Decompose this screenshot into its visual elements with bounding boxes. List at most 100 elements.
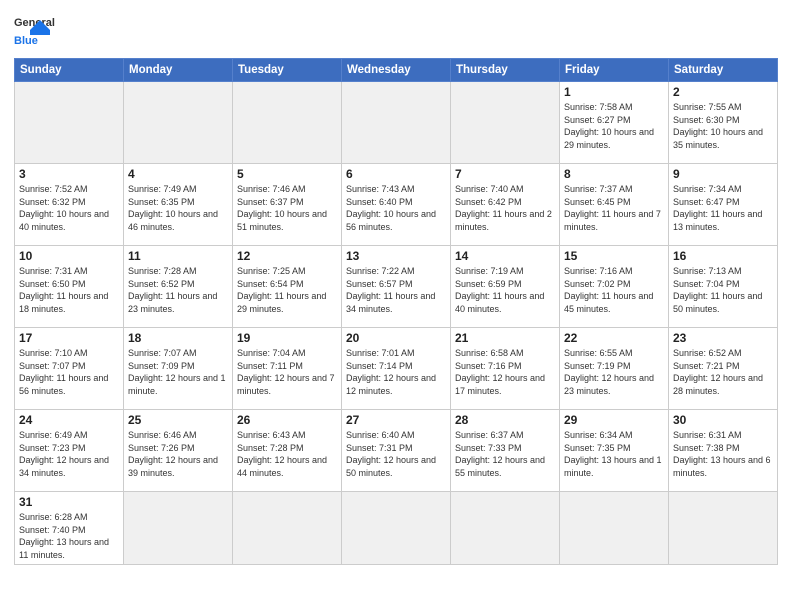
day-number: 7 [455, 167, 555, 181]
day-info: Sunrise: 6:34 AM Sunset: 7:35 PM Dayligh… [564, 429, 664, 479]
calendar-cell: 10 Sunrise: 7:31 AM Sunset: 6:50 PM Dayli… [15, 246, 124, 328]
day-info: Sunrise: 7:28 AM Sunset: 6:52 PM Dayligh… [128, 265, 228, 315]
day-info: Sunrise: 7:25 AM Sunset: 6:54 PM Dayligh… [237, 265, 337, 315]
day-number: 17 [19, 331, 119, 345]
calendar-cell: 25Sunrise: 6:46 AM Sunset: 7:26 PM Dayli… [124, 410, 233, 492]
calendar-cell: 20Sunrise: 7:01 AM Sunset: 7:14 PM Dayli… [342, 328, 451, 410]
day-info: Sunrise: 6:28 AM Sunset: 7:40 PM Dayligh… [19, 511, 119, 561]
calendar-cell: 17Sunrise: 7:10 AM Sunset: 7:07 PM Dayli… [15, 328, 124, 410]
logo: General Blue [14, 10, 64, 52]
calendar-week-6: 31Sunrise: 6:28 AM Sunset: 7:40 PM Dayli… [15, 492, 778, 565]
day-info: Sunrise: 7:04 AM Sunset: 7:11 PM Dayligh… [237, 347, 337, 397]
calendar-cell: 19 Sunrise: 7:04 AM Sunset: 7:11 PM Dayli… [233, 328, 342, 410]
day-number: 26 [237, 413, 337, 427]
day-number: 19 [237, 331, 337, 345]
calendar-cell: 12 Sunrise: 7:25 AM Sunset: 6:54 PM Dayli… [233, 246, 342, 328]
calendar-cell: 23 Sunrise: 6:52 AM Sunset: 7:21 PM Dayli… [669, 328, 778, 410]
day-info: Sunrise: 7:58 AM Sunset: 6:27 PM Dayligh… [564, 101, 664, 151]
day-number: 21 [455, 331, 555, 345]
calendar-cell: 3 Sunrise: 7:52 AM Sunset: 6:32 PM Daylig… [15, 164, 124, 246]
day-number: 13 [346, 249, 446, 263]
calendar-cell: 29 Sunrise: 6:34 AM Sunset: 7:35 PM Dayli… [560, 410, 669, 492]
calendar-cell: 27 Sunrise: 6:40 AM Sunset: 7:31 PM Dayli… [342, 410, 451, 492]
day-info: Sunrise: 6:31 AM Sunset: 7:38 PM Dayligh… [673, 429, 773, 479]
calendar-cell: 14Sunrise: 7:19 AM Sunset: 6:59 PM Dayli… [451, 246, 560, 328]
calendar-cell [451, 492, 560, 565]
day-number: 9 [673, 167, 773, 181]
day-info: Sunrise: 6:37 AM Sunset: 7:33 PM Dayligh… [455, 429, 555, 479]
day-info: Sunrise: 7:07 AM Sunset: 7:09 PM Dayligh… [128, 347, 228, 397]
calendar-cell: 5Sunrise: 7:46 AM Sunset: 6:37 PM Daylig… [233, 164, 342, 246]
day-number: 22 [564, 331, 664, 345]
day-info: Sunrise: 7:34 AM Sunset: 6:47 PM Dayligh… [673, 183, 773, 233]
calendar-week-5: 24Sunrise: 6:49 AM Sunset: 7:23 PM Dayli… [15, 410, 778, 492]
calendar-cell [560, 492, 669, 565]
day-number: 25 [128, 413, 228, 427]
day-number: 29 [564, 413, 664, 427]
calendar-cell [15, 82, 124, 164]
calendar-cell: 2 Sunrise: 7:55 AM Sunset: 6:30 PM Daylig… [669, 82, 778, 164]
calendar-cell [124, 82, 233, 164]
weekday-header-sunday: Sunday [15, 59, 124, 82]
day-number: 28 [455, 413, 555, 427]
weekday-header-row: SundayMondayTuesdayWednesdayThursdayFrid… [15, 59, 778, 82]
calendar-cell: 18 Sunrise: 7:07 AM Sunset: 7:09 PM Dayli… [124, 328, 233, 410]
day-number: 23 [673, 331, 773, 345]
day-number: 15 [564, 249, 664, 263]
day-number: 27 [346, 413, 446, 427]
day-info: Sunrise: 7:16 AM Sunset: 7:02 PM Dayligh… [564, 265, 664, 315]
calendar-cell [342, 492, 451, 565]
day-number: 3 [19, 167, 119, 181]
day-number: 11 [128, 249, 228, 263]
calendar-week-2: 3 Sunrise: 7:52 AM Sunset: 6:32 PM Daylig… [15, 164, 778, 246]
day-info: Sunrise: 7:55 AM Sunset: 6:30 PM Dayligh… [673, 101, 773, 151]
day-number: 30 [673, 413, 773, 427]
day-info: Sunrise: 6:55 AM Sunset: 7:19 PM Dayligh… [564, 347, 664, 397]
day-number: 18 [128, 331, 228, 345]
calendar-cell: 15 Sunrise: 7:16 AM Sunset: 7:02 PM Dayli… [560, 246, 669, 328]
calendar-cell: 26Sunrise: 6:43 AM Sunset: 7:28 PM Dayli… [233, 410, 342, 492]
day-number: 2 [673, 85, 773, 99]
day-info: Sunrise: 7:19 AM Sunset: 6:59 PM Dayligh… [455, 265, 555, 315]
day-info: Sunrise: 6:40 AM Sunset: 7:31 PM Dayligh… [346, 429, 446, 479]
day-number: 1 [564, 85, 664, 99]
day-number: 5 [237, 167, 337, 181]
calendar-cell: 30 Sunrise: 6:31 AM Sunset: 7:38 PM Dayli… [669, 410, 778, 492]
day-info: Sunrise: 7:40 AM Sunset: 6:42 PM Dayligh… [455, 183, 555, 233]
day-info: Sunrise: 7:52 AM Sunset: 6:32 PM Dayligh… [19, 183, 119, 233]
header: General Blue [14, 10, 778, 52]
day-number: 12 [237, 249, 337, 263]
day-info: Sunrise: 6:58 AM Sunset: 7:16 PM Dayligh… [455, 347, 555, 397]
calendar-week-4: 17Sunrise: 7:10 AM Sunset: 7:07 PM Dayli… [15, 328, 778, 410]
day-info: Sunrise: 7:31 AM Sunset: 6:50 PM Dayligh… [19, 265, 119, 315]
weekday-header-monday: Monday [124, 59, 233, 82]
calendar-cell [233, 82, 342, 164]
day-info: Sunrise: 6:52 AM Sunset: 7:21 PM Dayligh… [673, 347, 773, 397]
calendar-cell [451, 82, 560, 164]
weekday-header-tuesday: Tuesday [233, 59, 342, 82]
calendar-cell: 21 Sunrise: 6:58 AM Sunset: 7:16 PM Dayli… [451, 328, 560, 410]
calendar-cell: 4 Sunrise: 7:49 AM Sunset: 6:35 PM Daylig… [124, 164, 233, 246]
calendar-cell: 16Sunrise: 7:13 AM Sunset: 7:04 PM Dayli… [669, 246, 778, 328]
day-info: Sunrise: 7:01 AM Sunset: 7:14 PM Dayligh… [346, 347, 446, 397]
calendar-cell: 1 Sunrise: 7:58 AM Sunset: 6:27 PM Daylig… [560, 82, 669, 164]
day-info: Sunrise: 7:37 AM Sunset: 6:45 PM Dayligh… [564, 183, 664, 233]
calendar-cell: 7 Sunrise: 7:40 AM Sunset: 6:42 PM Daylig… [451, 164, 560, 246]
weekday-header-friday: Friday [560, 59, 669, 82]
calendar-cell: 22 Sunrise: 6:55 AM Sunset: 7:19 PM Dayli… [560, 328, 669, 410]
day-number: 10 [19, 249, 119, 263]
calendar-cell: 31Sunrise: 6:28 AM Sunset: 7:40 PM Dayli… [15, 492, 124, 565]
calendar-week-1: 1 Sunrise: 7:58 AM Sunset: 6:27 PM Daylig… [15, 82, 778, 164]
calendar-cell: 8Sunrise: 7:37 AM Sunset: 6:45 PM Daylig… [560, 164, 669, 246]
calendar-cell: 28 Sunrise: 6:37 AM Sunset: 7:33 PM Dayli… [451, 410, 560, 492]
day-info: Sunrise: 7:43 AM Sunset: 6:40 PM Dayligh… [346, 183, 446, 233]
calendar-cell: 24Sunrise: 6:49 AM Sunset: 7:23 PM Dayli… [15, 410, 124, 492]
calendar-table: SundayMondayTuesdayWednesdayThursdayFrid… [14, 58, 778, 565]
day-info: Sunrise: 7:13 AM Sunset: 7:04 PM Dayligh… [673, 265, 773, 315]
day-number: 4 [128, 167, 228, 181]
day-info: Sunrise: 7:49 AM Sunset: 6:35 PM Dayligh… [128, 183, 228, 233]
calendar-cell [124, 492, 233, 565]
page: General Blue SundayMondayTuesdayWednesda… [0, 0, 792, 612]
day-info: Sunrise: 6:49 AM Sunset: 7:23 PM Dayligh… [19, 429, 119, 479]
calendar-week-3: 10 Sunrise: 7:31 AM Sunset: 6:50 PM Dayli… [15, 246, 778, 328]
